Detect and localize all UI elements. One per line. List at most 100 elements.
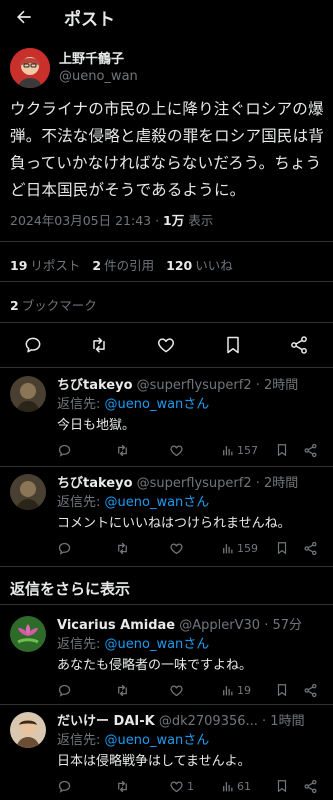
reply-action-bar: 19 bbox=[57, 682, 323, 698]
divider bbox=[0, 704, 333, 705]
reply-to: 返信先: @ueno_wanさん bbox=[57, 633, 209, 652]
reply-item[interactable]: ちびtakeyo @superflysuperf2 · 2時間 返信先: @ue… bbox=[0, 468, 333, 564]
reply-to: 返信先: @ueno_wanさん bbox=[57, 491, 209, 510]
divider bbox=[0, 322, 333, 323]
bookmark-icon[interactable] bbox=[275, 540, 289, 556]
reply-time: · 2時間 bbox=[251, 378, 299, 393]
bookmark-icon[interactable] bbox=[275, 682, 289, 698]
divider bbox=[0, 466, 333, 467]
views-count: 1万 bbox=[163, 213, 185, 228]
reply-action-bar: 157 bbox=[57, 442, 323, 458]
avatar[interactable] bbox=[10, 474, 46, 510]
likes-label: いいね bbox=[195, 258, 233, 273]
bookmarks-count: 2 bbox=[10, 298, 19, 313]
author-name[interactable]: 上野千鶴子 bbox=[59, 51, 138, 68]
reply-item[interactable]: だいけー DAI-K @dk2709356... · 1時間 返信先: @uen… bbox=[0, 706, 333, 800]
reply-icon[interactable] bbox=[22, 334, 44, 356]
heart-icon[interactable] bbox=[155, 334, 177, 356]
bookmark-icon[interactable] bbox=[222, 334, 244, 356]
top-bar: ポスト bbox=[0, 0, 333, 34]
show-more-replies[interactable]: 返信をさらに表示 bbox=[10, 578, 130, 599]
reply-icon[interactable] bbox=[57, 442, 72, 458]
views-count: 19 bbox=[237, 683, 251, 697]
repost-icon[interactable] bbox=[115, 778, 130, 794]
repost-icon[interactable] bbox=[88, 334, 110, 356]
reply-to-prefix: 返信先: bbox=[57, 637, 105, 652]
share-icon[interactable] bbox=[303, 778, 318, 794]
reply-to: 返信先: @ueno_wanさん bbox=[57, 729, 209, 748]
reply-author-name[interactable]: ちびtakeyo bbox=[57, 378, 133, 393]
bookmarks-stat[interactable]: 2 ブックマーク bbox=[10, 295, 97, 314]
heart-icon[interactable] bbox=[169, 442, 187, 458]
meta-separator: · bbox=[151, 213, 164, 228]
reply-to: 返信先: @ueno_wanさん bbox=[57, 393, 209, 412]
reply-author-handle[interactable]: @ApplerV30 bbox=[179, 618, 260, 633]
reply-author-name[interactable]: だいけー DAI-K bbox=[57, 714, 155, 729]
post-author: 上野千鶴子 @ueno_wan bbox=[10, 48, 138, 88]
reply-text: あなたも侵略者の一味ですよね。 bbox=[57, 658, 253, 673]
reply-to-link[interactable]: @ueno_wanさん bbox=[105, 637, 210, 652]
reply-to-prefix: 返信先: bbox=[57, 733, 105, 748]
divider bbox=[0, 566, 333, 567]
repost-icon[interactable] bbox=[115, 540, 130, 556]
divider bbox=[0, 241, 333, 242]
share-icon[interactable] bbox=[303, 682, 318, 698]
reply-action-bar: 1 61 bbox=[57, 778, 323, 794]
avatar[interactable] bbox=[10, 712, 46, 748]
reply-author-name[interactable]: ちびtakeyo bbox=[57, 476, 133, 491]
avatar[interactable] bbox=[10, 376, 46, 412]
avatar[interactable] bbox=[10, 616, 46, 652]
likes-count: 120 bbox=[166, 258, 193, 273]
repost-icon[interactable] bbox=[115, 682, 130, 698]
views-stat[interactable]: 61 bbox=[221, 778, 251, 794]
heart-icon[interactable] bbox=[169, 540, 187, 556]
reposts-label: リポスト bbox=[30, 258, 81, 273]
views-stat[interactable]: 157 bbox=[221, 442, 258, 458]
reply-author-handle[interactable]: @superflysuperf2 bbox=[137, 378, 252, 393]
likes-stat[interactable]: 120 いいね bbox=[166, 258, 233, 273]
views-stat[interactable]: 159 bbox=[221, 540, 258, 556]
back-arrow-icon[interactable] bbox=[10, 3, 38, 31]
quotes-count: 2 bbox=[92, 258, 102, 273]
views-count: 61 bbox=[237, 779, 251, 793]
repost-icon[interactable] bbox=[115, 442, 130, 458]
reply-author-handle[interactable]: @superflysuperf2 bbox=[137, 476, 252, 491]
reposts-count: 19 bbox=[10, 258, 28, 273]
reply-to-link[interactable]: @ueno_wanさん bbox=[105, 397, 210, 412]
reply-item[interactable]: ちびtakeyo @superflysuperf2 · 2時間 返信先: @ue… bbox=[0, 370, 333, 466]
heart-icon[interactable] bbox=[169, 682, 187, 698]
reply-text: 日本は侵略戦争はしてませんよ。 bbox=[57, 754, 251, 769]
author-handle[interactable]: @ueno_wan bbox=[59, 68, 138, 85]
reply-to-link[interactable]: @ueno_wanさん bbox=[105, 733, 210, 748]
views-stat[interactable]: 19 bbox=[221, 682, 251, 698]
bookmark-icon[interactable] bbox=[275, 442, 289, 458]
quotes-stat[interactable]: 2 件の引用 bbox=[92, 258, 154, 273]
avatar[interactable] bbox=[10, 48, 50, 88]
like-count: 1 bbox=[187, 779, 194, 793]
reply-author-handle[interactable]: @dk2709356... bbox=[159, 714, 258, 729]
reposts-stat[interactable]: 19 リポスト bbox=[10, 258, 80, 273]
share-icon[interactable] bbox=[288, 334, 310, 356]
views-count: 159 bbox=[237, 541, 258, 555]
reply-time: · 1時間 bbox=[257, 714, 305, 729]
views-count: 157 bbox=[237, 443, 258, 457]
page-title: ポスト bbox=[64, 9, 115, 30]
reply-item[interactable]: Vicarius Amidae @ApplerV30 · 57分 返信先: @u… bbox=[0, 610, 333, 704]
divider bbox=[0, 281, 333, 282]
reply-author-name[interactable]: Vicarius Amidae bbox=[57, 618, 175, 633]
reply-to-prefix: 返信先: bbox=[57, 495, 105, 510]
quotes-label: 件の引用 bbox=[104, 258, 155, 273]
post-text: ウクライナの市民の上に降り注ぐロシアの爆弾。不法な侵略と虐殺の罪をロシア国民は背… bbox=[10, 100, 325, 199]
post-timestamp[interactable]: 2024年03月05日 21:43 bbox=[10, 213, 151, 228]
reply-icon[interactable] bbox=[57, 778, 72, 794]
reply-to-link[interactable]: @ueno_wanさん bbox=[105, 495, 210, 510]
post-action-bar bbox=[0, 334, 333, 356]
share-icon[interactable] bbox=[303, 540, 318, 556]
reply-icon[interactable] bbox=[57, 540, 72, 556]
share-icon[interactable] bbox=[303, 442, 318, 458]
views-label: 表示 bbox=[184, 213, 214, 228]
bookmarks-label: ブックマーク bbox=[21, 298, 97, 313]
reply-icon[interactable] bbox=[57, 682, 72, 698]
heart-icon[interactable]: 1 bbox=[169, 778, 194, 794]
bookmark-icon[interactable] bbox=[275, 778, 289, 794]
